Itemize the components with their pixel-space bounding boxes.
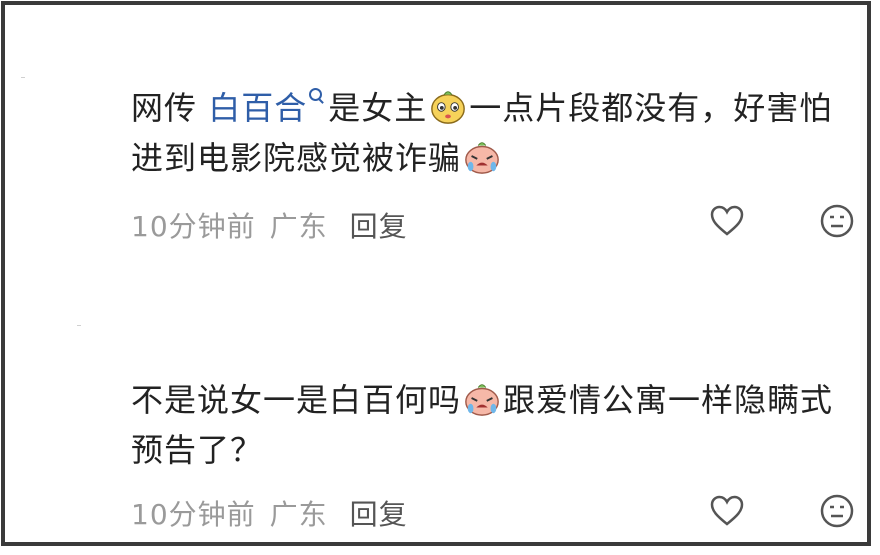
crying-face-emoji bbox=[465, 142, 499, 174]
decorative-dot bbox=[21, 77, 25, 78]
comment-item: 网传 白百合 是女主 一点片段都没有，好害怕进到电影院感觉被诈骗 10分钟前 广东回… bbox=[131, 83, 855, 243]
timestamp: 10分钟前 bbox=[131, 210, 256, 243]
comment-panel: 网传 白百合 是女主 一点片段都没有，好害怕进到电影院感觉被诈骗 10分钟前 广东回… bbox=[1, 1, 871, 546]
comment-text: 不是说女一是白百何吗 跟爱情公寓一样隐瞒式预告了？ bbox=[131, 375, 855, 475]
comment-text-part: 不是说女一是白百何吗 bbox=[131, 381, 462, 419]
decorative-dot bbox=[77, 325, 81, 326]
embarrassed-face-emoji bbox=[431, 91, 466, 124]
heart-outline-icon[interactable] bbox=[709, 493, 745, 529]
comment-text-part: 是女主 bbox=[328, 89, 428, 127]
mention-label: 白百合 bbox=[208, 89, 308, 127]
crying-face-emoji bbox=[465, 384, 499, 416]
location: 广东 bbox=[269, 210, 328, 243]
comment-meta: 10分钟前 广东 回复 bbox=[131, 493, 408, 533]
search-icon bbox=[309, 88, 323, 101]
reply-button[interactable]: 回复 bbox=[350, 210, 408, 243]
mention-link[interactable]: 白百合 bbox=[208, 88, 328, 127]
location: 广东 bbox=[269, 498, 328, 531]
reply-button[interactable]: 回复 bbox=[350, 498, 408, 531]
comment-text-part: 网传 bbox=[131, 89, 209, 127]
neutral-face-icon[interactable] bbox=[819, 203, 855, 239]
neutral-face-icon[interactable] bbox=[819, 493, 855, 529]
timestamp: 10分钟前 bbox=[131, 498, 256, 531]
comment-item: 不是说女一是白百何吗 跟爱情公寓一样隐瞒式预告了？ 10分钟前 广东 回复 bbox=[131, 375, 855, 531]
comment-meta: 10分钟前 广东 回复 bbox=[131, 205, 408, 245]
comment-text: 网传 白百合 是女主 一点片段都没有，好害怕进到电影院感觉被诈骗 bbox=[131, 83, 855, 183]
heart-outline-icon[interactable] bbox=[709, 203, 745, 239]
